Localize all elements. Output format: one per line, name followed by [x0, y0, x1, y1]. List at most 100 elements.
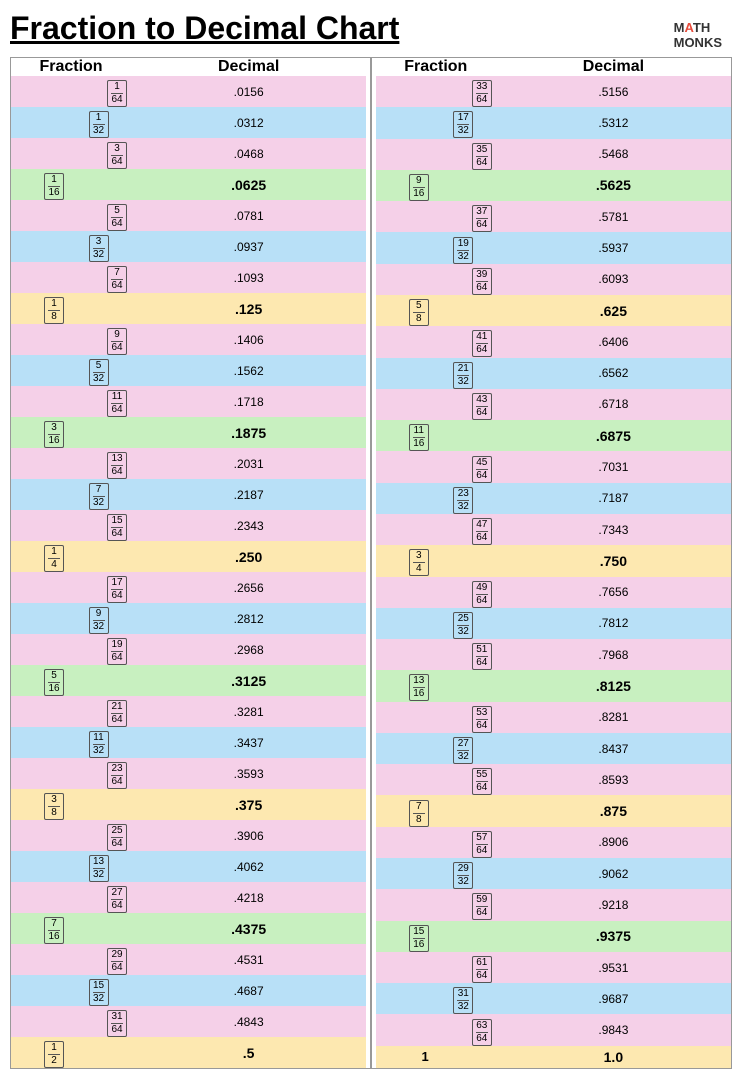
- major-fraction: [11, 975, 66, 1006]
- table-row: 4564.7031: [376, 451, 731, 482]
- table-row: 2164.3281: [11, 696, 366, 727]
- major-fraction: [11, 262, 66, 293]
- major-fraction: [376, 858, 431, 889]
- minor-fraction: [66, 541, 131, 572]
- table-row: 2964.4531: [11, 944, 366, 975]
- chart-container: Fraction Decimal 164.0156132.0312364.046…: [10, 57, 732, 1069]
- major-fraction: [376, 326, 431, 357]
- decimal-value: .3281: [131, 696, 366, 727]
- page-title: Fraction to Decimal Chart: [10, 10, 732, 47]
- decimal-value: .6875: [496, 420, 731, 451]
- major-fraction: [11, 882, 66, 913]
- major-fraction: [11, 572, 66, 603]
- table-row: 5364.8281: [376, 702, 731, 733]
- decimal-value: .3593: [131, 758, 366, 789]
- minor-fraction: 5964: [431, 889, 496, 920]
- major-fraction: [11, 820, 66, 851]
- major-fraction: [376, 201, 431, 232]
- minor-fraction: 3564: [431, 139, 496, 170]
- major-fraction: 716: [11, 913, 66, 944]
- table-row: 14.250: [11, 541, 366, 572]
- minor-fraction: [431, 1046, 496, 1068]
- table-row: 4764.7343: [376, 514, 731, 545]
- decimal-value: .0781: [131, 200, 366, 231]
- minor-fraction: 3164: [66, 1006, 131, 1037]
- minor-fraction: 364: [66, 138, 131, 169]
- major-fraction: 316: [11, 417, 66, 448]
- table-row: 1316.8125: [376, 670, 731, 701]
- major-fraction: [11, 231, 66, 262]
- minor-fraction: [431, 295, 496, 326]
- table-row: 2132.6562: [376, 358, 731, 389]
- minor-fraction: 2332: [431, 483, 496, 514]
- table-row: 1564.2343: [11, 510, 366, 541]
- major-fraction: [11, 107, 66, 138]
- table-row: 716.4375: [11, 913, 366, 944]
- table-row: 1964.2968: [11, 634, 366, 665]
- decimal-value: .6406: [496, 326, 731, 357]
- major-fraction: [11, 851, 66, 882]
- minor-fraction: 1164: [66, 386, 131, 417]
- major-fraction: [376, 232, 431, 263]
- major-fraction: 58: [376, 295, 431, 326]
- table-row: 3164.4843: [11, 1006, 366, 1037]
- minor-fraction: 4164: [431, 326, 496, 357]
- minor-fraction: 1932: [431, 232, 496, 263]
- decimal-value: .0156: [131, 76, 366, 107]
- decimal-value: .5625: [496, 170, 731, 201]
- minor-fraction: 2532: [431, 608, 496, 639]
- table-row: 2932.9062: [376, 858, 731, 889]
- minor-fraction: 932: [66, 603, 131, 634]
- decimal-value: .9375: [496, 921, 731, 952]
- decimal-value: .250: [131, 541, 366, 572]
- decimal-value: .125: [131, 293, 366, 324]
- major-fraction: 38: [11, 789, 66, 820]
- left-fraction-header: Fraction: [11, 58, 131, 76]
- decimal-value: 1.0: [496, 1046, 731, 1068]
- decimal-value: .0937: [131, 231, 366, 262]
- minor-fraction: 164: [66, 76, 131, 107]
- decimal-value: .8437: [496, 733, 731, 764]
- major-fraction: 12: [11, 1037, 66, 1068]
- major-fraction: [376, 76, 431, 107]
- major-fraction: [11, 324, 66, 355]
- left-table: Fraction Decimal 164.0156132.0312364.046…: [11, 58, 366, 1068]
- table-row: 132.0312: [11, 107, 366, 138]
- table-row: 2564.3906: [11, 820, 366, 851]
- major-fraction: [376, 702, 431, 733]
- decimal-value: .4687: [131, 975, 366, 1006]
- decimal-value: .5312: [496, 107, 731, 138]
- major-fraction: 1116: [376, 420, 431, 451]
- table-row: 3364.5156: [376, 76, 731, 107]
- decimal-value: .9531: [496, 952, 731, 983]
- decimal-value: .2343: [131, 510, 366, 541]
- decimal-value: .6093: [496, 264, 731, 295]
- table-row: 2732.8437: [376, 733, 731, 764]
- decimal-value: .7187: [496, 483, 731, 514]
- decimal-value: .9062: [496, 858, 731, 889]
- table-row: 1132.3437: [11, 727, 366, 758]
- major-fraction: [11, 510, 66, 541]
- minor-fraction: 764: [66, 262, 131, 293]
- minor-fraction: 1132: [66, 727, 131, 758]
- decimal-value: .3906: [131, 820, 366, 851]
- table-row: 3564.5468: [376, 139, 731, 170]
- minor-fraction: 5364: [431, 702, 496, 733]
- major-fraction: 516: [11, 665, 66, 696]
- table-row: 1764.2656: [11, 572, 366, 603]
- major-fraction: [11, 76, 66, 107]
- minor-fraction: 1532: [66, 975, 131, 1006]
- minor-fraction: 732: [66, 479, 131, 510]
- decimal-value: .5: [131, 1037, 366, 1068]
- table-row: 12.5: [11, 1037, 366, 1068]
- minor-fraction: [431, 670, 496, 701]
- table-row: 11.0: [376, 1046, 731, 1068]
- table-row: 3964.6093: [376, 264, 731, 295]
- minor-fraction: 5764: [431, 827, 496, 858]
- decimal-value: .2968: [131, 634, 366, 665]
- decimal-value: .7812: [496, 608, 731, 639]
- major-fraction: [11, 634, 66, 665]
- major-fraction: 1: [376, 1046, 431, 1068]
- minor-fraction: 2732: [431, 733, 496, 764]
- decimal-value: .4218: [131, 882, 366, 913]
